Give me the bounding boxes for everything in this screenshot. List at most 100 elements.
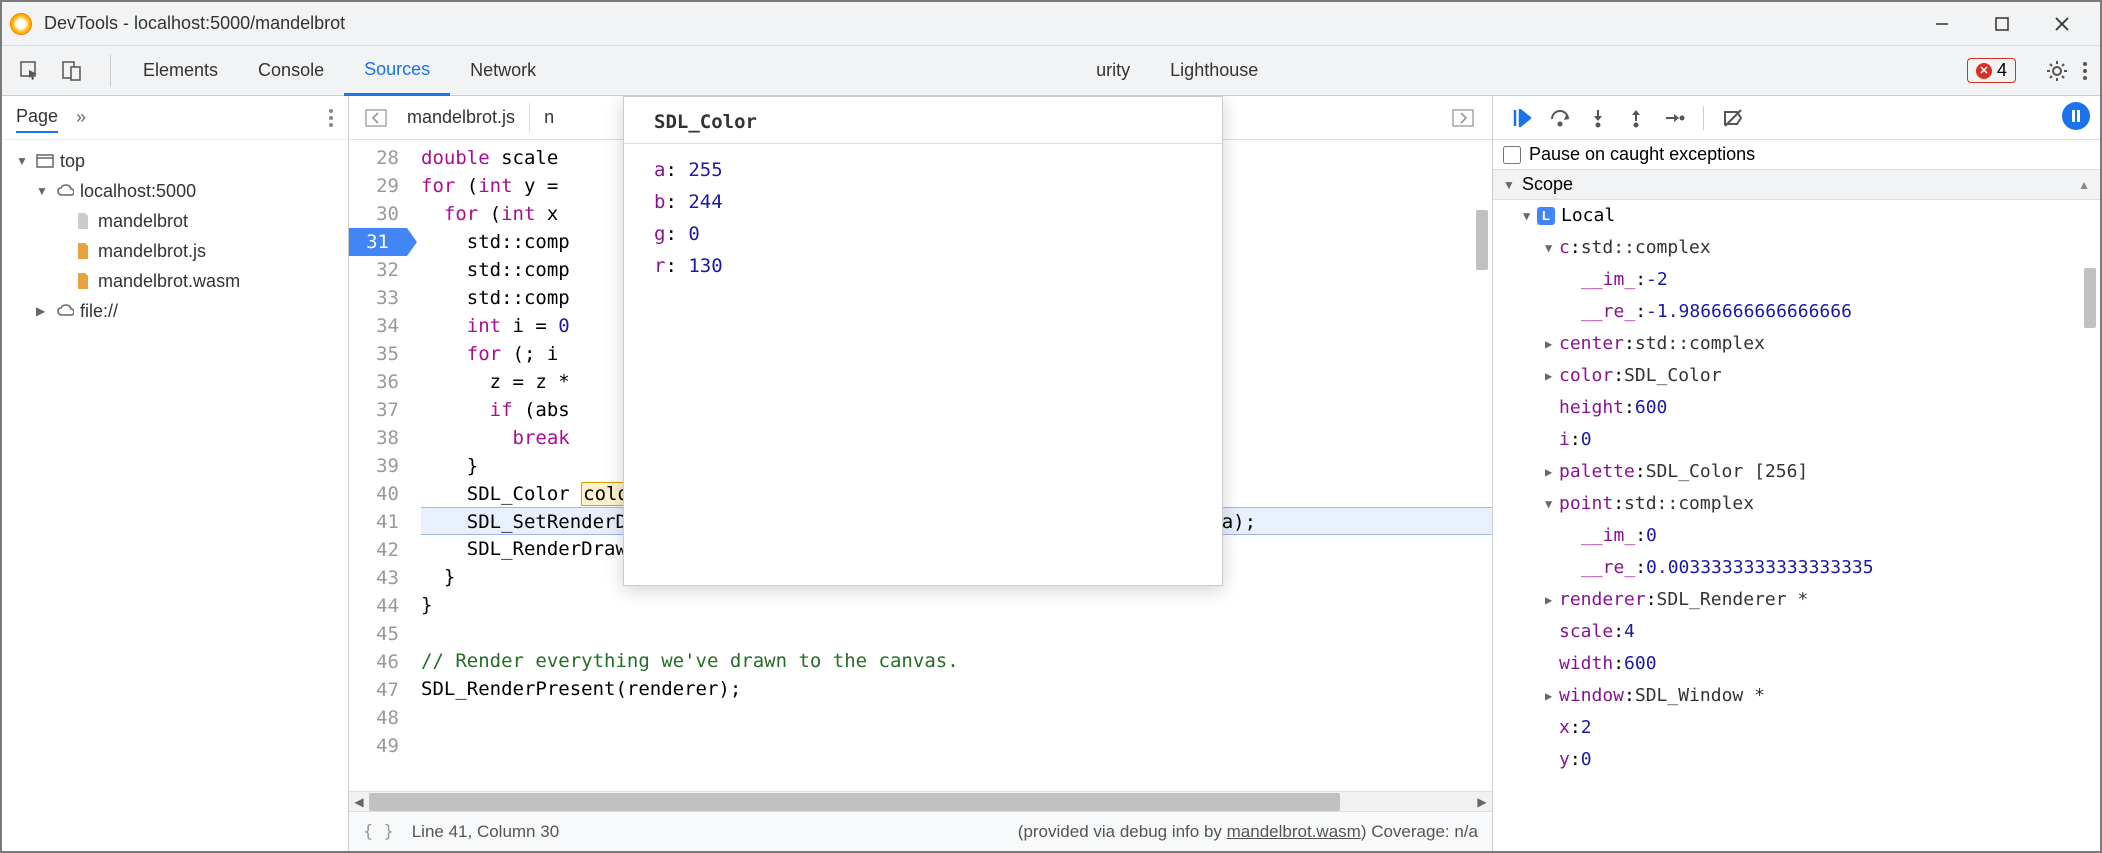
tree-top[interactable]: ▼ top: [2, 146, 348, 176]
tree-file-label: mandelbrot: [98, 211, 188, 232]
close-button[interactable]: [2032, 4, 2092, 44]
deactivate-bp-icon: [1722, 107, 1744, 129]
deactivate-breakpoints-button[interactable]: [1714, 107, 1752, 129]
step-out-icon: [1625, 107, 1647, 129]
tab-console[interactable]: Console: [238, 46, 344, 96]
scope-var-row[interactable]: __re_: 0.0033333333333333335: [1501, 552, 2100, 584]
tree-file-scheme[interactable]: ▶ file://: [2, 296, 348, 326]
scope-var-row[interactable]: y: 0: [1501, 744, 2100, 776]
scope-var-row[interactable]: ▶palette: SDL_Color [256]: [1501, 456, 2100, 488]
scroll-right-arrow[interactable]: ▶: [1472, 795, 1492, 809]
error-badge[interactable]: ✕ 4: [1967, 58, 2016, 83]
scope-body: ▼ L Local ▼c: std::complex __im_: -2 __r…: [1493, 200, 2100, 776]
tree-host[interactable]: ▼ localhost:5000: [2, 176, 348, 206]
navigator-header: Page »: [2, 96, 348, 140]
gutter[interactable]: 2829303132333435363738394041424344454647…: [349, 140, 409, 791]
scope-var-row[interactable]: __im_: 0: [1501, 520, 2100, 552]
scope-var-row[interactable]: i: 0: [1501, 424, 2100, 456]
tree-file-mandelbrot-js[interactable]: mandelbrot.js: [2, 236, 348, 266]
navigator-kebab[interactable]: [328, 108, 334, 128]
scope-var-row[interactable]: __re_: -1.9866666666666666: [1501, 296, 2100, 328]
debugger-pane: Pause on caught exceptions ▼ Scope ▲ ▼ L…: [1493, 96, 2100, 851]
scope-var-row[interactable]: ▼c: std::complex: [1501, 232, 2100, 264]
more-menu-button[interactable]: [2082, 60, 2088, 82]
tab-elements[interactable]: Elements: [123, 46, 238, 96]
pause-caught-label: Pause on caught exceptions: [1529, 144, 1755, 165]
navigator-more-icon[interactable]: »: [76, 107, 86, 128]
tooltip-body: a: 255b: 244g: 0r: 130: [624, 144, 1222, 292]
tree-host-label: localhost:5000: [80, 181, 196, 202]
tree-file-mandelbrot[interactable]: mandelbrot: [2, 206, 348, 236]
editor-hscroll-thumb[interactable]: [369, 793, 1340, 811]
editor-status-bar: { } Line 41, Column 30 (provided via deb…: [349, 811, 1492, 851]
scope-var-row[interactable]: x: 2: [1501, 712, 2100, 744]
scope-label: Scope: [1522, 174, 1573, 195]
tooltip-title: SDL_Color: [624, 97, 1222, 144]
tree-file-label: mandelbrot.js: [98, 241, 206, 262]
frame-icon: [36, 152, 54, 170]
tab-lighthouse[interactable]: Lighthouse: [1150, 46, 1278, 96]
scope-var-row[interactable]: ▶renderer: SDL_Renderer *: [1501, 584, 2100, 616]
scope-var-row[interactable]: scale: 4: [1501, 616, 2100, 648]
pause-exception-button[interactable]: [2062, 102, 2090, 130]
settings-button[interactable]: [2046, 60, 2068, 82]
editor-hscrollbar[interactable]: ◀ ▶: [349, 791, 1492, 811]
scope-var-row[interactable]: ▶color: SDL_Color: [1501, 360, 2100, 392]
device-toolbar-button[interactable]: [56, 55, 88, 87]
divider: [110, 55, 111, 87]
gear-icon: [2046, 60, 2068, 82]
scope-var-row[interactable]: ▶center: std::complex: [1501, 328, 2100, 360]
resume-button[interactable]: [1503, 107, 1541, 129]
kebab-icon: [2082, 60, 2088, 82]
devtools-favicon: [10, 13, 32, 35]
scope-local-row[interactable]: ▼ L Local: [1501, 200, 2100, 232]
tab-sources[interactable]: Sources: [344, 46, 450, 96]
maximize-icon: [1995, 17, 2009, 31]
tree-file-label: mandelbrot.wasm: [98, 271, 240, 292]
step-button[interactable]: [1655, 107, 1693, 129]
local-label: Local: [1561, 200, 1615, 232]
scope-header[interactable]: ▼ Scope ▲: [1493, 169, 2100, 200]
cloud-icon: [56, 302, 74, 320]
step-into-button[interactable]: [1579, 107, 1617, 129]
debug-info-link[interactable]: mandelbrot.wasm: [1227, 822, 1361, 841]
scope-var-row[interactable]: ▶window: SDL_Window *: [1501, 680, 2100, 712]
editor-forward-button[interactable]: [1444, 109, 1482, 127]
navigator-tab-page[interactable]: Page: [16, 102, 58, 133]
nav-back-button[interactable]: [359, 109, 393, 127]
inspect-element-button[interactable]: [14, 55, 46, 87]
error-icon: ✕: [1976, 63, 1992, 79]
window-title: DevTools - localhost:5000/mandelbrot: [44, 13, 345, 34]
pretty-print-button[interactable]: { }: [363, 822, 394, 842]
tree-file-mandelbrot-wasm[interactable]: mandelbrot.wasm: [2, 266, 348, 296]
hover-tooltip: SDL_Color a: 255b: 244g: 0r: 130: [623, 96, 1223, 586]
debug-content: Pause on caught exceptions ▼ Scope ▲ ▼ L…: [1493, 140, 2100, 851]
chevron-down-icon: ▲: [2078, 178, 2090, 192]
scroll-left-arrow[interactable]: ◀: [349, 795, 369, 809]
minimize-icon: [1935, 17, 1949, 31]
tree-file-scheme-label: file://: [80, 301, 118, 322]
tab-security-partial[interactable]: urity: [1076, 46, 1150, 96]
main-area: Page » ▼ top ▼ localhost:5000 ma: [2, 96, 2100, 851]
minimize-button[interactable]: [1912, 4, 1972, 44]
scope-var-row[interactable]: ▼point: std::complex: [1501, 488, 2100, 520]
editor-tab-active[interactable]: mandelbrot.js: [393, 103, 529, 132]
step-out-button[interactable]: [1617, 107, 1655, 129]
step-over-button[interactable]: [1541, 107, 1579, 129]
scope-var-row[interactable]: height: 600: [1501, 392, 2100, 424]
file-icon: [74, 242, 92, 260]
cursor-position: Line 41, Column 30: [412, 822, 559, 842]
tree-top-label: top: [60, 151, 85, 172]
tab-network[interactable]: Network: [450, 46, 556, 96]
pause-on-caught-row[interactable]: Pause on caught exceptions: [1493, 140, 2100, 169]
pause-caught-checkbox[interactable]: [1503, 146, 1521, 164]
maximize-button[interactable]: [1972, 4, 2032, 44]
editor-vscroll-thumb[interactable]: [1476, 210, 1488, 270]
scope-var-row[interactable]: __im_: -2: [1501, 264, 2100, 296]
inspect-icon: [19, 60, 41, 82]
file-tree: ▼ top ▼ localhost:5000 mandelbrot mandel…: [2, 140, 348, 332]
debug-vscroll-thumb[interactable]: [2084, 268, 2096, 328]
editor-tab-partial[interactable]: n: [529, 103, 568, 132]
title-bar: DevTools - localhost:5000/mandelbrot: [2, 2, 2100, 46]
scope-var-row[interactable]: width: 600: [1501, 648, 2100, 680]
